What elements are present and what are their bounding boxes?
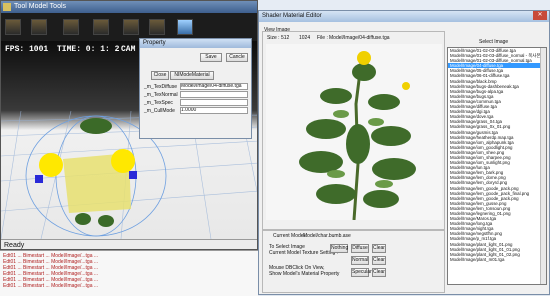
specular-clear-button[interactable]: Clear bbox=[372, 268, 386, 277]
tab-close[interactable]: Close bbox=[151, 71, 169, 80]
normal-clear-button[interactable]: Clear bbox=[372, 256, 386, 265]
texture-setting-group: Current Model : Model/char.bumb.ase To S… bbox=[262, 229, 445, 293]
property-dialog-titlebar[interactable]: Property bbox=[140, 39, 251, 48]
field-label: _m_TexDiffuse bbox=[144, 84, 177, 90]
select-image-label: Select Image bbox=[479, 39, 509, 45]
instruction-line: Show Model's Material Property bbox=[269, 271, 340, 277]
tex-spec-field[interactable] bbox=[180, 99, 248, 106]
plant-texture-preview bbox=[299, 51, 416, 220]
diffuse-button[interactable]: Diffuse bbox=[351, 244, 369, 253]
close-icon[interactable]: ✕ bbox=[533, 11, 547, 20]
tex-diffuse-field[interactable]: Model/Image/04-diffuse.tga bbox=[180, 83, 248, 90]
image-list-items: Model/Image/01-02-03-diffuse.tga Model/Im… bbox=[448, 48, 540, 262]
toolbar-button-save[interactable] bbox=[63, 19, 79, 35]
field-label: _m_CullMode bbox=[144, 108, 175, 114]
app-icon bbox=[3, 3, 11, 11]
cancel-button[interactable]: Cancle bbox=[226, 53, 248, 62]
status-text: Ready bbox=[4, 242, 25, 249]
desktop-background bbox=[258, 0, 550, 10]
shader-material-editor-window: Shader Material Editor ✕ View Image Size… bbox=[258, 10, 550, 295]
size-height: 1024 bbox=[299, 35, 311, 41]
model-tools-titlebar[interactable]: Tool Model Tools bbox=[1, 1, 257, 13]
nothing-button[interactable]: Nothing bbox=[330, 244, 348, 253]
toolbar-button-shader[interactable] bbox=[177, 19, 193, 35]
toolbar-button-open[interactable] bbox=[31, 19, 47, 35]
shader-editor-title: Shader Material Editor bbox=[262, 13, 322, 19]
diffuse-clear-button[interactable]: Clear bbox=[372, 244, 386, 253]
size-width: 512 bbox=[281, 35, 290, 41]
cull-mode-field[interactable]: 1.0000 bbox=[180, 107, 248, 114]
select-image-group: Select Image Model/Image/01-02-03-diffus… bbox=[445, 39, 549, 294]
shader-editor-titlebar[interactable]: Shader Material Editor ✕ bbox=[259, 11, 549, 22]
window-title: Tool Model Tools bbox=[14, 3, 67, 10]
field-label: _m_TexNormal bbox=[144, 92, 178, 98]
file-path: Model/Image/04-diffuse.tga bbox=[329, 35, 390, 41]
toolbar-button-new[interactable] bbox=[5, 19, 21, 35]
tex-normal-field[interactable] bbox=[180, 91, 248, 98]
specular-button[interactable]: Specular bbox=[351, 268, 372, 277]
size-label: Size : bbox=[267, 35, 280, 41]
log-line: Edt01 ... Bimestart ... Model/Image/...t… bbox=[3, 283, 99, 289]
field-label: _m_TexSpec bbox=[144, 100, 173, 106]
status-bar: Ready bbox=[1, 239, 257, 249]
image-list-scrollbar[interactable] bbox=[540, 48, 546, 284]
image-list-item[interactable]: Model/Image/plant_m01.tga bbox=[448, 257, 540, 262]
instruction-line bbox=[269, 256, 359, 265]
toolbar bbox=[1, 13, 257, 41]
current-model-value: Model/char.bumb.ase bbox=[303, 233, 351, 239]
toolbar-button-model[interactable] bbox=[93, 19, 109, 35]
image-list[interactable]: Model/Image/01-02-03-diffuse.tga Model/Im… bbox=[447, 47, 547, 285]
tab-nimode-material[interactable]: NIModeMaterial bbox=[170, 71, 214, 80]
normal-button[interactable]: Normal bbox=[351, 256, 369, 265]
image-preview[interactable] bbox=[266, 44, 442, 220]
log-panel: Edt01 ... Bimestart ... Model/Image/...t… bbox=[0, 250, 258, 296]
image-list-item[interactable]: Model/Image/lem_goode_pack_final.png bbox=[448, 191, 540, 196]
file-label: File : bbox=[317, 35, 328, 41]
property-dialog-title: Property bbox=[143, 40, 166, 46]
toolbar-button-texture[interactable] bbox=[123, 19, 139, 35]
toolbar-button-material[interactable] bbox=[149, 19, 165, 35]
view-image-group: Size : 512 1024 File : Model/Image/04-di… bbox=[262, 31, 445, 231]
property-dialog: Property Save Cancle Close NIModeMateria… bbox=[139, 38, 252, 139]
save-button[interactable]: Save bbox=[200, 53, 222, 62]
